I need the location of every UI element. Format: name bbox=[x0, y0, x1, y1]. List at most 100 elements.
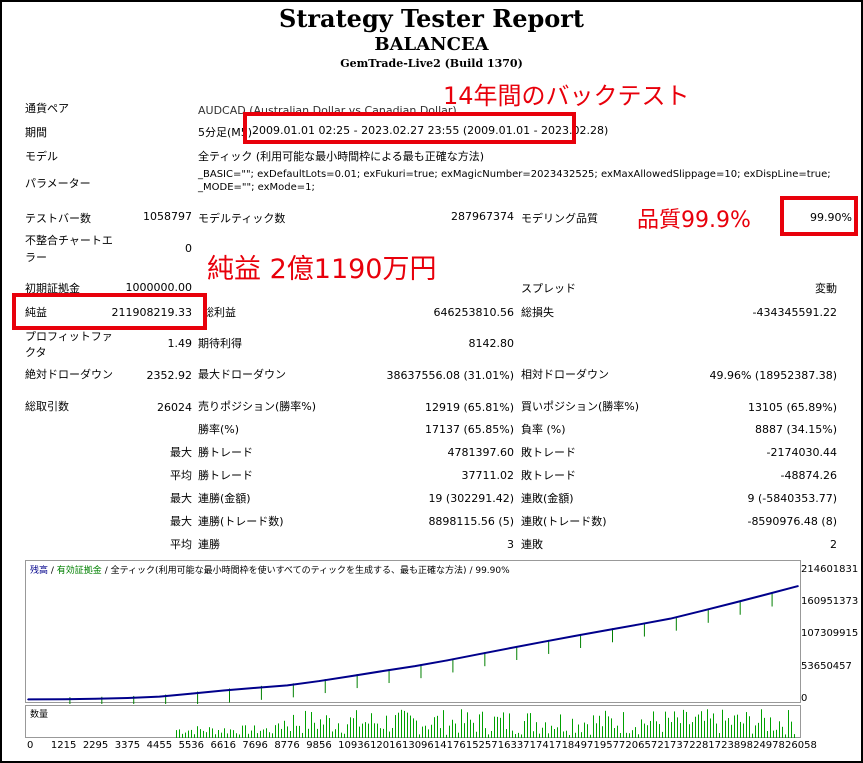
volume-bar bbox=[644, 723, 645, 738]
ticks-label: モデルティック数 bbox=[198, 212, 286, 225]
abs-dd-label: 絶対ドローダウン bbox=[25, 368, 113, 381]
volume-bar bbox=[764, 717, 765, 738]
max-cons-lossamt-value: -8590976.48 (8) bbox=[747, 515, 837, 528]
volume-bar bbox=[521, 734, 522, 738]
volume-bar bbox=[497, 716, 498, 738]
volume-bar bbox=[329, 718, 330, 738]
volume-bar bbox=[722, 709, 723, 738]
legend-equity: 有効証拠金 bbox=[56, 566, 102, 576]
x-tick-label: 7696 bbox=[242, 740, 268, 751]
volume-bar bbox=[212, 728, 213, 738]
volume-bar bbox=[263, 729, 264, 738]
volume-bar bbox=[338, 723, 339, 738]
volume-bar bbox=[176, 730, 177, 738]
volume-chart-svg bbox=[176, 709, 795, 738]
volume-bar bbox=[665, 711, 666, 738]
volume-bar bbox=[401, 709, 402, 738]
volume-bar bbox=[599, 715, 600, 738]
volume-bar bbox=[566, 730, 567, 738]
net-profit-highlight-box bbox=[12, 293, 207, 330]
avg-win-label: 勝トレード bbox=[198, 469, 253, 482]
volume-bar bbox=[353, 718, 354, 738]
x-tick-label: 0 bbox=[27, 740, 34, 751]
volume-bar bbox=[320, 719, 321, 738]
volume-bar bbox=[293, 714, 294, 738]
max-dd-value: 38637556.08 (31.01%) bbox=[386, 369, 514, 382]
x-tick-label: 9856 bbox=[306, 740, 332, 751]
volume-bar bbox=[731, 724, 732, 738]
legend-balance: 残高 bbox=[30, 566, 49, 576]
volume-bar bbox=[509, 713, 510, 738]
volume-bar bbox=[647, 725, 648, 738]
balance-point bbox=[95, 697, 97, 700]
avg-loss-label: 敗トレード bbox=[521, 469, 576, 482]
balance-point bbox=[797, 585, 799, 587]
volume-bar bbox=[308, 728, 309, 738]
volume-bar bbox=[230, 729, 231, 738]
annotation-years: 14年間のバックテスト bbox=[443, 82, 690, 110]
volume-bar bbox=[605, 710, 606, 738]
volume-bar bbox=[545, 722, 546, 738]
x-tick-label: 12016 bbox=[370, 740, 402, 751]
volume-bar bbox=[344, 733, 345, 738]
volume-bar bbox=[791, 721, 792, 738]
volume-bar bbox=[518, 732, 519, 738]
largest-win-value: 4781397.60 bbox=[447, 446, 514, 459]
volume-bar bbox=[686, 711, 687, 738]
volume-bar bbox=[479, 714, 480, 738]
volume-bar bbox=[398, 712, 399, 738]
volume-bar bbox=[662, 731, 663, 738]
volume-bar bbox=[677, 717, 678, 738]
volume-bar bbox=[185, 732, 186, 738]
volume-bar bbox=[368, 723, 369, 738]
mismatch-value: 0 bbox=[185, 242, 192, 255]
volume-bar bbox=[770, 717, 771, 738]
volume-bar bbox=[287, 726, 288, 738]
volume-bar bbox=[602, 726, 603, 738]
volume-bar bbox=[593, 715, 594, 738]
chart-legend: 残高 / 有効証拠金 / 全ティック(利用可能な最小時間枠を使いすべてのティック… bbox=[30, 566, 510, 576]
volume-bar bbox=[683, 709, 684, 738]
volume-bar bbox=[491, 730, 492, 738]
volume-bar bbox=[560, 714, 561, 738]
balance-point bbox=[509, 647, 512, 649]
volume-bar bbox=[365, 722, 366, 738]
volume-bar bbox=[392, 727, 393, 738]
volume-bar bbox=[734, 715, 735, 738]
volume-bar bbox=[191, 729, 192, 738]
volume-bar bbox=[350, 717, 351, 738]
balance-point bbox=[733, 601, 735, 604]
volume-bar bbox=[356, 710, 357, 738]
x-tick-label: 5536 bbox=[178, 740, 205, 751]
server-build: GemTrade-Live2 (Build 1370) bbox=[340, 57, 523, 70]
quality-highlight-box bbox=[780, 196, 858, 236]
avg-loss-value: -48874.26 bbox=[780, 469, 837, 482]
volume-bar bbox=[581, 732, 582, 738]
volume-bar bbox=[527, 713, 528, 738]
legend-model: 全ティック(利用可能な最小時間枠を使いすべてのティックを生成する、最も正確な方法… bbox=[110, 566, 467, 576]
ticks-value: 287967374 bbox=[451, 210, 514, 223]
volume-bar bbox=[455, 723, 456, 738]
balance-point bbox=[669, 617, 672, 620]
x-tick-label: 15257 bbox=[465, 740, 498, 751]
volume-bar bbox=[767, 730, 768, 738]
max-cons-loss-label: 連敗(金額) bbox=[521, 492, 574, 505]
ea-name: BALANCEA bbox=[374, 34, 489, 55]
expected-label: 期待利得 bbox=[198, 337, 242, 350]
volume-bar bbox=[296, 725, 297, 738]
rel-dd-value: 49.96% (18952387.38) bbox=[709, 369, 837, 382]
volume-bar bbox=[260, 730, 261, 738]
volume-bar bbox=[446, 734, 447, 738]
volume-bar bbox=[218, 730, 219, 738]
volume-bar bbox=[377, 723, 378, 738]
volume-bar bbox=[458, 732, 459, 738]
volume-bar bbox=[755, 725, 756, 738]
volume-bar bbox=[506, 729, 507, 738]
volume-bar bbox=[530, 713, 531, 738]
annotation-quality: 品質99.9% bbox=[637, 208, 751, 233]
volume-bar bbox=[488, 734, 489, 738]
balance-series-line bbox=[27, 585, 799, 701]
largest-loss-value: -2174030.44 bbox=[766, 446, 837, 459]
x-tick-label: 16337 bbox=[497, 740, 530, 751]
volume-bar bbox=[326, 715, 327, 738]
